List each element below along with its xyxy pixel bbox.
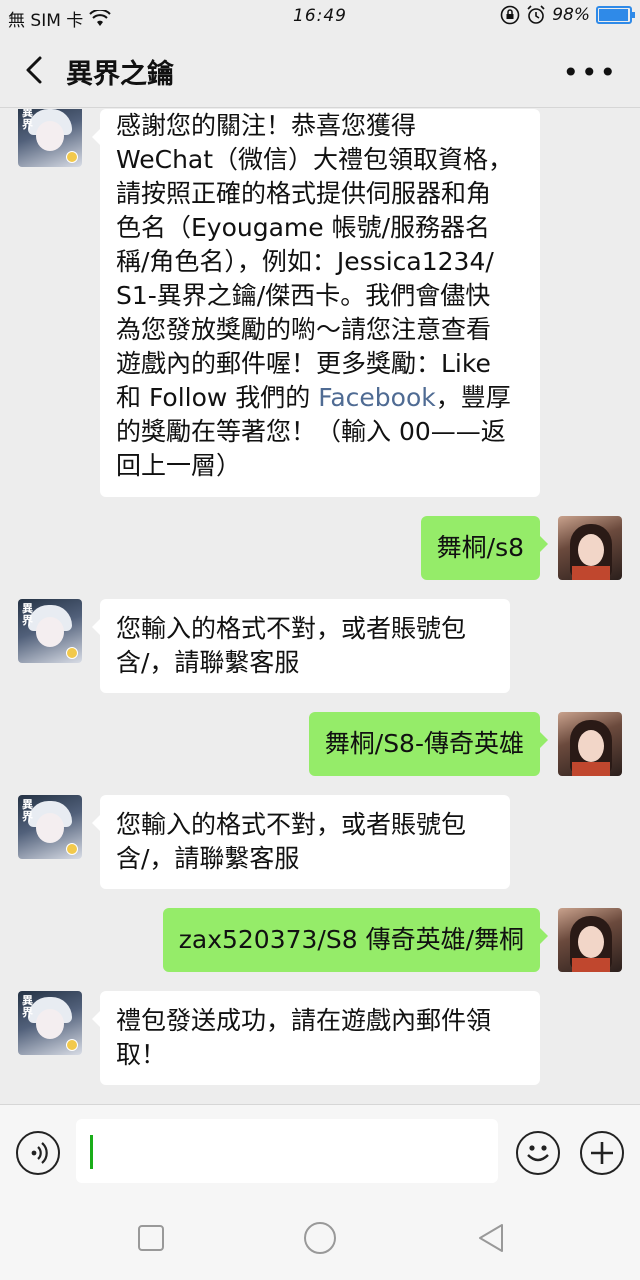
message-line: S1-異界之鑰/傑西卡。我們會儘快 [116, 281, 491, 310]
message-line: 遊戲內的郵件喔！更多獎勵：Like [116, 349, 491, 378]
message-input[interactable] [76, 1119, 498, 1183]
message-bubble-incoming[interactable]: 感謝您的關注！恭喜您獲得 WeChat（微信）大禮包領取資格， 請按照正確的格式… [92, 109, 540, 497]
message-line: 為您發放獎勵的喲～請您注意查看 [116, 315, 492, 344]
user-avatar[interactable] [558, 712, 622, 776]
bot-avatar[interactable]: 異界 [18, 599, 82, 663]
bot-avatar[interactable]: 異界 [18, 795, 82, 859]
lock-rotation-icon [500, 5, 520, 25]
bot-avatar[interactable]: 異界 [18, 991, 82, 1055]
message-line: WeChat（微信）大禮包領取資格， [116, 145, 514, 174]
message-line: 取！ [116, 1040, 167, 1069]
chat-header: 異界之鑰 ••• [0, 34, 640, 108]
alarm-icon [527, 5, 545, 24]
facebook-link[interactable]: Facebook [318, 383, 435, 412]
message-line: 的獎勵在等著您！（輸入 00——返 [116, 417, 506, 446]
message-line: 您輸入的格式不對，或者賬號包 [116, 614, 467, 643]
message-bubble-incoming[interactable]: 您輸入的格式不對，或者賬號包 含/，請聯繫客服 [92, 795, 510, 889]
battery-icon [596, 6, 635, 24]
battery-percent: 98% [552, 5, 590, 25]
home-icon[interactable] [303, 1221, 337, 1255]
back-arrow-icon[interactable] [20, 52, 50, 88]
voice-icon [31, 1142, 48, 1164]
message-bubble-outgoing[interactable]: 舞桐/S8-傳奇英雄 [308, 712, 549, 776]
bot-avatar[interactable]: 異界 [18, 109, 82, 167]
message-line: 含/，請聯繫客服 [116, 648, 300, 677]
chat-area[interactable]: 異界 感謝您的關注！恭喜您獲得 WeChat（微信）大禮包領取資格， 請按照正確… [0, 109, 640, 1104]
system-nav-bar [0, 1196, 640, 1280]
more-functions-button[interactable] [580, 1131, 624, 1175]
emoji-button[interactable] [516, 1131, 560, 1175]
message-line: 色名（Eyougame 帳號/服務器名 [116, 213, 491, 242]
user-avatar[interactable] [558, 516, 622, 580]
text-caret [90, 1135, 93, 1169]
message-line: 禮包發送成功，請在遊戲內郵件領 [116, 1006, 492, 1035]
user-avatar[interactable] [558, 908, 622, 972]
recent-apps-icon[interactable] [137, 1224, 165, 1252]
voice-input-button[interactable] [16, 1131, 60, 1175]
message-line: 和 Follow 我們的 Facebook，豐厚 [116, 381, 524, 415]
status-bar: 無 SIM 卡 16:49 98% [0, 0, 640, 34]
message-line: 感謝您的關注！恭喜您獲得 [116, 111, 417, 140]
message-bubble-outgoing[interactable]: zax520373/S8 傳奇英雄/舞桐 [162, 908, 549, 972]
message-text: 和 Follow 我們的 [116, 383, 319, 412]
message-bubble-incoming[interactable]: 您輸入的格式不對，或者賬號包 含/，請聯繫客服 [92, 599, 510, 693]
message-bubble-outgoing[interactable]: 舞桐/s8 [420, 516, 549, 580]
back-nav-icon[interactable] [476, 1222, 506, 1254]
smiley-icon [527, 1145, 549, 1162]
message-line: 請按照正確的格式提供伺服器和角 [116, 179, 492, 208]
message-text: ，豐厚 [435, 383, 511, 412]
plus-icon [591, 1142, 613, 1164]
message-line: 稱/角色名），例如：Jessica1234/ [116, 247, 494, 276]
message-line: 回上一層） [116, 451, 242, 480]
message-line: 您輸入的格式不對，或者賬號包 [116, 810, 467, 839]
message-line: 含/，請聯繫客服 [116, 844, 300, 873]
more-options-icon[interactable]: ••• [562, 56, 618, 89]
chat-title: 異界之鑰 [66, 59, 174, 90]
message-bubble-incoming[interactable]: 禮包發送成功，請在遊戲內郵件領 取！ [92, 991, 540, 1085]
input-bar [0, 1104, 640, 1196]
